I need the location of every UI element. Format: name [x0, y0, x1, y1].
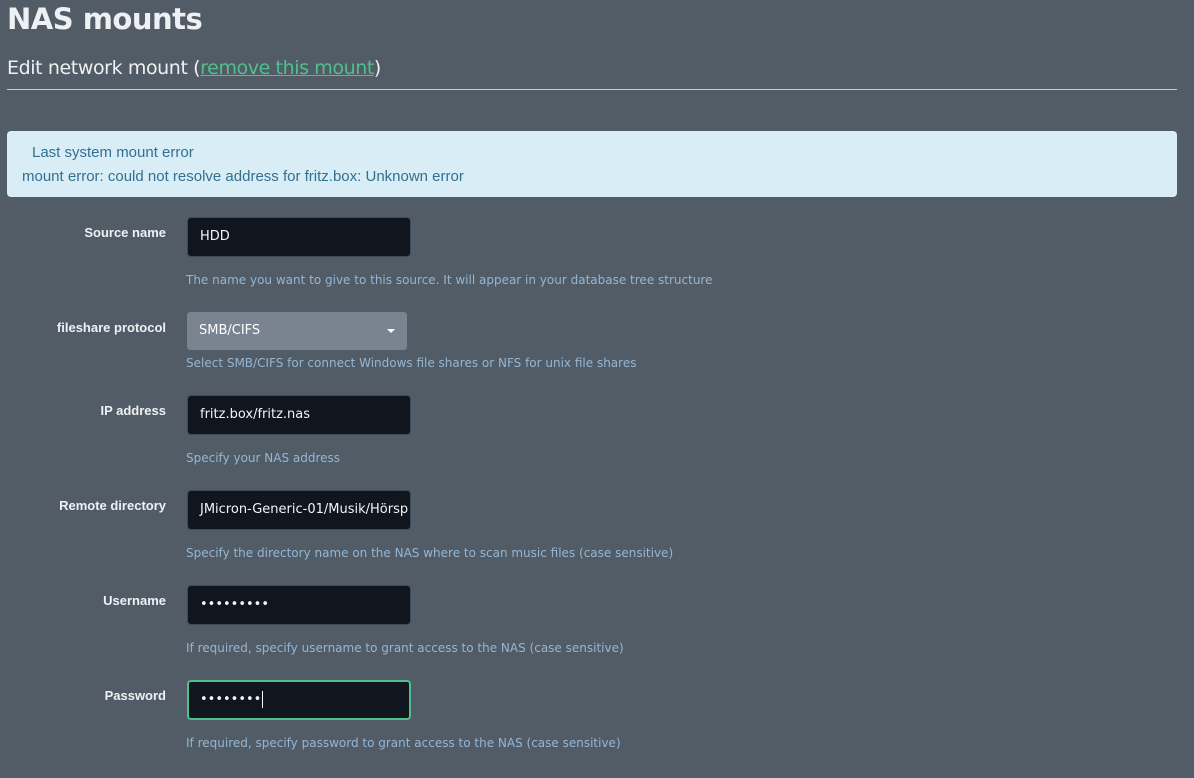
password-label: Password [104, 688, 166, 703]
section-title-suffix: ) [373, 57, 381, 79]
password-input[interactable]: •••••••• [187, 680, 411, 720]
ip-address-label: IP address [100, 403, 166, 418]
section-divider [7, 89, 1177, 90]
remove-mount-link[interactable]: remove this mount [200, 57, 374, 79]
protocol-help: Select SMB/CIFS for connect Windows file… [186, 356, 637, 370]
password-value: •••••••• [200, 692, 262, 707]
remote-directory-input[interactable]: JMicron-Generic-01/Musik/Hörsp [187, 490, 411, 530]
mount-error-alert: Last system mount error mount error: cou… [7, 131, 1177, 197]
protocol-label: fileshare protocol [56, 320, 166, 335]
text-caret [262, 691, 264, 708]
source-name-input[interactable]: HDD [187, 217, 411, 257]
remote-directory-help: Specify the directory name on the NAS wh… [186, 546, 674, 560]
section-title-prefix: Edit network mount ( [7, 57, 201, 79]
password-help: If required, specify password to grant a… [186, 736, 621, 750]
alert-message: mount error: could not resolve address f… [22, 168, 464, 185]
username-label: Username [103, 593, 166, 608]
section-title: Edit network mount (remove this mount) [7, 57, 381, 79]
username-input[interactable]: ••••••••• [187, 585, 411, 625]
ip-address-input[interactable]: fritz.box/fritz.nas [187, 395, 411, 435]
source-name-help: The name you want to give to this source… [186, 273, 713, 287]
caret-down-icon [387, 329, 395, 333]
page-title: NAS mounts [7, 2, 203, 36]
protocol-select[interactable]: SMB/CIFS [187, 312, 407, 350]
alert-title: Last system mount error [32, 144, 194, 161]
protocol-selected-value: SMB/CIFS [199, 323, 261, 338]
source-name-label: Source name [84, 225, 166, 240]
remote-directory-label: Remote directory [59, 498, 166, 513]
ip-address-help: Specify your NAS address [186, 451, 341, 465]
username-help: If required, specify username to grant a… [186, 641, 624, 655]
